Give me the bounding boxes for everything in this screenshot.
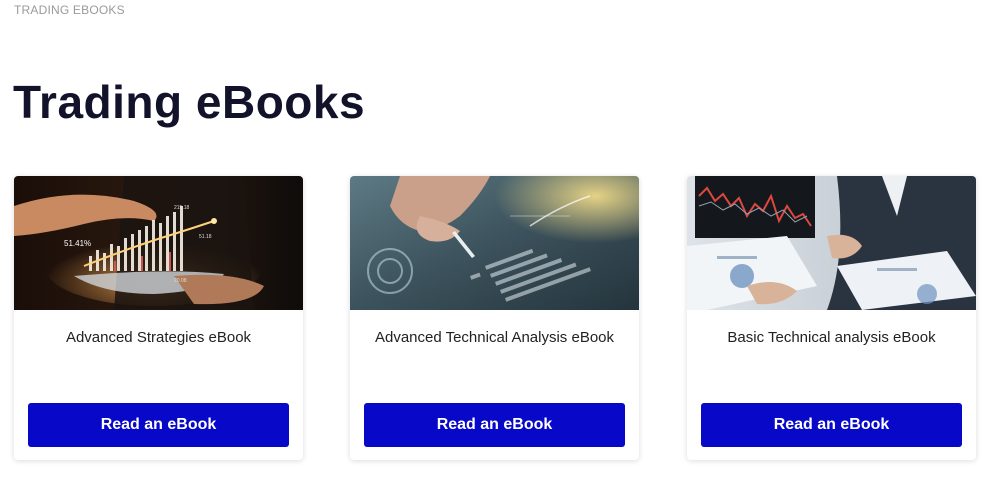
read-ebook-button[interactable]: Read an eBook — [364, 403, 625, 447]
card-image-pen-analysis — [350, 176, 639, 310]
chart-percent-label: 51.41% — [64, 239, 91, 248]
ebook-card: 51.41% 215.18 51.18 20.08 Advanced Strat… — [14, 176, 303, 460]
card-title: Advanced Strategies eBook — [65, 329, 252, 346]
read-ebook-button[interactable]: Read an eBook — [28, 403, 289, 447]
chart-value-label: 215.18 — [174, 205, 190, 211]
card-title: Advanced Technical Analysis eBook — [374, 329, 615, 346]
card-image-meeting-charts — [687, 176, 976, 310]
chart-value-label: 51.18 — [199, 234, 212, 240]
ebook-card: Basic Technical analysis eBook Read an e… — [687, 176, 976, 460]
chart-value-label: 20.08 — [174, 278, 187, 284]
card-image-trading-chart: 51.41% 215.18 51.18 20.08 — [14, 176, 303, 310]
breadcrumb[interactable]: TRADING EBOOKS — [14, 3, 125, 17]
ebook-card: Advanced Technical Analysis eBook Read a… — [350, 176, 639, 460]
card-title: Basic Technical analysis eBook — [727, 329, 936, 346]
read-ebook-button[interactable]: Read an eBook — [701, 403, 962, 447]
page-title: Trading eBooks — [13, 76, 366, 128]
